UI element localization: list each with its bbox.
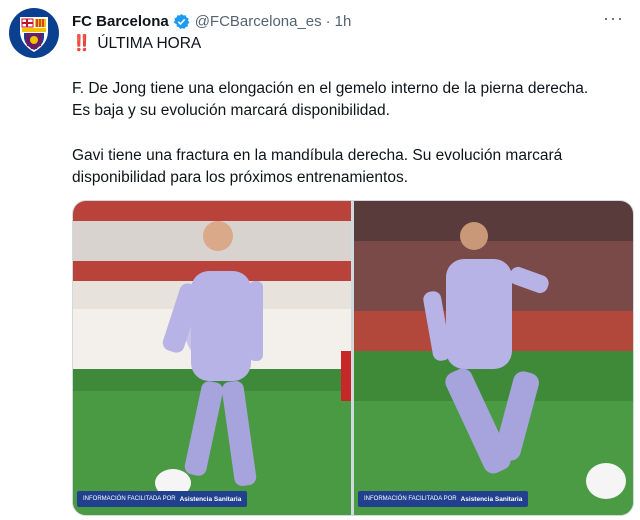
tweet-text-line-3: Gavi tiene una fractura en la mandíbula … bbox=[72, 147, 563, 164]
double-exclamation-emoji: ‼️ bbox=[72, 35, 92, 52]
headline-text: ÚLTIMA HORA bbox=[97, 35, 202, 52]
sponsor-prefix: INFORMACIÓN FACILITADA POR bbox=[83, 496, 176, 502]
headline: ‼️ ÚLTIMA HORA bbox=[72, 33, 201, 55]
author-handle[interactable]: @FCBarcelona_es bbox=[195, 13, 322, 30]
photo-gavi[interactable]: INFORMACIÓN FACILITADA POR Asistencia Sa… bbox=[354, 201, 633, 515]
photo-gavi-image bbox=[354, 201, 633, 515]
author-name[interactable]: FC Barcelona bbox=[72, 13, 169, 30]
separator-dot: · bbox=[325, 12, 331, 30]
fc-barcelona-crest-icon bbox=[20, 17, 48, 52]
sponsor-name-2: Asistencia Sanitaria bbox=[460, 495, 523, 503]
media-grid: INFORMACIÓN FACILITADA POR Asistencia Sa… bbox=[72, 200, 634, 516]
verified-badge-icon bbox=[173, 13, 190, 29]
sponsor-banner-2: INFORMACIÓN FACILITADA POR Asistencia Sa… bbox=[358, 491, 529, 507]
sponsor-name: Asistencia Sanitaria bbox=[179, 495, 242, 503]
photo-de-jong[interactable]: INFORMACIÓN FACILITADA POR Asistencia Sa… bbox=[73, 201, 351, 515]
photo-de-jong-image bbox=[73, 201, 351, 515]
timestamp[interactable]: 1h bbox=[335, 13, 352, 30]
sponsor-banner: INFORMACIÓN FACILITADA POR Asistencia Sa… bbox=[77, 491, 248, 507]
tweet-header: FC Barcelona @FCBarcelona_es · 1h ··· bbox=[72, 8, 630, 32]
tweet-text-line-1: F. De Jong tiene una elongación en el ge… bbox=[72, 80, 589, 97]
avatar[interactable] bbox=[9, 8, 59, 58]
more-options-icon[interactable]: ··· bbox=[603, 8, 624, 29]
sponsor-prefix-2: INFORMACIÓN FACILITADA POR bbox=[364, 496, 457, 502]
tweet-text-line-2: Es baja y su evolución marcará disponibi… bbox=[72, 102, 390, 119]
tweet-text-line-4: disponibilidad para los próximos entrena… bbox=[72, 169, 409, 186]
